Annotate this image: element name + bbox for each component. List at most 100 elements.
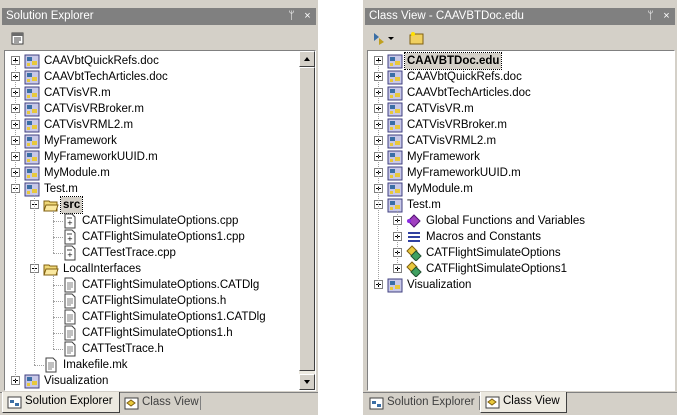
project-icon bbox=[24, 181, 40, 197]
tree-item[interactable]: CATVisVRBroker.m bbox=[368, 117, 674, 133]
solution-explorer-icon bbox=[369, 397, 384, 410]
project-icon bbox=[24, 117, 40, 133]
class-view-titlebar: Class View - CAAVBTDoc.edu ᛘ × bbox=[365, 8, 675, 25]
tree-item[interactable]: Test.m bbox=[368, 197, 674, 213]
tree-item-label: CATTestTrace.h bbox=[82, 343, 164, 355]
tree-item[interactable]: MyFrameworkUUID.m bbox=[368, 165, 674, 181]
tree-item-label: Global Functions and Variables bbox=[426, 215, 585, 227]
tree-item[interactable]: + CATFlightSimulateOptions1.cpp bbox=[5, 229, 315, 245]
tab-solution-explorer[interactable]: Solution Explorer bbox=[2, 392, 120, 413]
project-icon bbox=[387, 117, 403, 133]
text-file-icon bbox=[62, 325, 78, 341]
scroll-down-button[interactable] bbox=[299, 374, 315, 390]
tree-item[interactable]: CAAVbtQuickRefs.doc bbox=[5, 53, 315, 69]
tree-item-label: Macros and Constants bbox=[426, 231, 542, 243]
tree-item-label: CATVisVR.m bbox=[44, 87, 111, 99]
project-icon bbox=[24, 69, 40, 85]
project-icon bbox=[387, 133, 403, 149]
tree-item[interactable]: CATVisVR.m bbox=[368, 101, 674, 117]
project-icon bbox=[387, 69, 403, 85]
tab-class-view-label: Class View bbox=[503, 395, 560, 407]
project-icon bbox=[387, 165, 403, 181]
tree-item[interactable]: CATFlightSimulateOptions bbox=[368, 245, 674, 262]
project-icon bbox=[387, 149, 403, 165]
tree-item-label: CAAVbtQuickRefs.doc bbox=[407, 71, 522, 83]
text-file-icon bbox=[62, 341, 78, 357]
tree-item[interactable]: MyModule.m bbox=[5, 165, 315, 181]
project-icon bbox=[387, 85, 403, 101]
properties-icon[interactable] bbox=[10, 30, 26, 46]
chevron-down-icon[interactable] bbox=[387, 30, 395, 46]
tree-item[interactable]: MyModule.m bbox=[368, 181, 674, 197]
tree-item[interactable]: MyFramework bbox=[5, 133, 315, 149]
tab-class-view[interactable]: Class View bbox=[120, 393, 205, 413]
text-file-icon bbox=[43, 357, 59, 373]
tree-item[interactable]: Macros and Constants bbox=[368, 229, 674, 245]
tree-item[interactable]: CATFlightSimulateOptions1.CATDlg bbox=[5, 309, 315, 325]
tree-item-label: Imakefile.mk bbox=[63, 359, 128, 371]
tree-item[interactable]: CAAVbtTechArticles.doc bbox=[368, 85, 674, 101]
tree-item[interactable]: Visualization bbox=[368, 277, 674, 293]
tree-item[interactable]: CATVisVRML2.m bbox=[5, 117, 315, 133]
solution-explorer-icon bbox=[7, 396, 22, 409]
solution-explorer-panel: Solution Explorer ᛘ × CAAVbtQuickRefs.do… bbox=[0, 0, 318, 415]
tree-item[interactable]: CAAVbtQuickRefs.doc bbox=[368, 69, 674, 85]
tree-item[interactable]: Test.m bbox=[5, 181, 315, 197]
tab-solution-explorer-label: Solution Explorer bbox=[387, 396, 475, 408]
class-icon bbox=[406, 245, 422, 262]
sort-icon[interactable] bbox=[371, 30, 387, 46]
tab-solution-explorer[interactable]: Solution Explorer bbox=[365, 393, 481, 413]
tree-item[interactable]: Visualization bbox=[5, 373, 315, 389]
project-icon bbox=[24, 149, 40, 165]
pin-icon[interactable]: ᛘ bbox=[285, 8, 298, 25]
tree-item-label: Visualization bbox=[407, 279, 472, 291]
text-file-icon bbox=[62, 293, 78, 309]
solution-explorer-tree: CAAVbtQuickRefs.doc CAAVbtTechArticles.do… bbox=[4, 50, 316, 391]
svg-text:+: + bbox=[67, 235, 73, 243]
tree-item-label: CATFlightSimulateOptions.CATDlg bbox=[82, 279, 260, 291]
tree-item[interactable]: CAAVBTDoc.edu bbox=[368, 52, 674, 70]
scroll-thumb[interactable] bbox=[299, 67, 315, 371]
new-folder-icon[interactable] bbox=[409, 30, 425, 46]
tree-item-label: CATVisVR.m bbox=[407, 103, 474, 115]
tab-class-view[interactable]: Class View bbox=[480, 392, 567, 413]
tree-item[interactable]: CATVisVRML2.m bbox=[368, 133, 674, 149]
class-view-panel: Class View - CAAVBTDoc.edu ᛘ × CAAVBTDoc… bbox=[363, 0, 677, 415]
tree-item[interactable]: MyFrameworkUUID.m bbox=[5, 149, 315, 165]
close-icon[interactable]: × bbox=[301, 8, 314, 25]
project-icon bbox=[24, 165, 40, 181]
project-icon bbox=[24, 85, 40, 101]
project-icon bbox=[24, 101, 40, 117]
tree-item[interactable]: CATFlightSimulateOptions1 bbox=[368, 261, 674, 278]
close-icon[interactable]: × bbox=[660, 8, 673, 25]
tree-item[interactable]: CATTestTrace.h bbox=[5, 341, 315, 357]
tree-item[interactable]: MyFramework bbox=[368, 149, 674, 165]
tree-item[interactable]: Global Functions and Variables bbox=[368, 213, 674, 229]
tree-item[interactable]: CATFlightSimulateOptions.CATDlg bbox=[5, 277, 315, 293]
macros-icon bbox=[406, 229, 422, 245]
project-icon bbox=[387, 53, 403, 69]
class-view-tree: CAAVBTDoc.edu CAAVbtQuickRefs.doc CAAVbtTe… bbox=[367, 50, 675, 391]
class-view-icon bbox=[485, 396, 500, 409]
tree-item[interactable]: CATFlightSimulateOptions.h bbox=[5, 293, 315, 309]
scroll-up-button[interactable] bbox=[299, 51, 315, 67]
tree-item-label: MyFramework bbox=[407, 151, 480, 163]
global-functions-icon bbox=[406, 213, 422, 229]
pin-icon[interactable]: ᛘ bbox=[644, 8, 657, 25]
tree-item-label: CAAVbtTechArticles.doc bbox=[407, 87, 531, 99]
tree-item-label: CATTestTrace.cpp bbox=[82, 247, 176, 259]
tree-item[interactable]: Imakefile.mk bbox=[5, 357, 315, 373]
tree-item-label: MyModule.m bbox=[44, 167, 110, 179]
tree-item[interactable]: LocalInterfaces bbox=[5, 261, 315, 277]
vertical-scrollbar[interactable] bbox=[299, 51, 315, 390]
tree-item[interactable]: CAAVbtTechArticles.doc bbox=[5, 69, 315, 85]
tree-item[interactable]: src bbox=[5, 196, 315, 214]
cpp-file-icon: + bbox=[62, 213, 78, 229]
tree-item[interactable]: CATFlightSimulateOptions1.h bbox=[5, 325, 315, 341]
tree-item[interactable]: CATVisVR.m bbox=[5, 85, 315, 101]
tree-item-label: CATFlightSimulateOptions1 bbox=[426, 263, 568, 275]
tree-item[interactable]: + CATFlightSimulateOptions.cpp bbox=[5, 213, 315, 229]
tree-item-label: CATFlightSimulateOptions.cpp bbox=[82, 215, 239, 227]
tree-item[interactable]: + CATTestTrace.cpp bbox=[5, 245, 315, 261]
tree-item[interactable]: CATVisVRBroker.m bbox=[5, 101, 315, 117]
